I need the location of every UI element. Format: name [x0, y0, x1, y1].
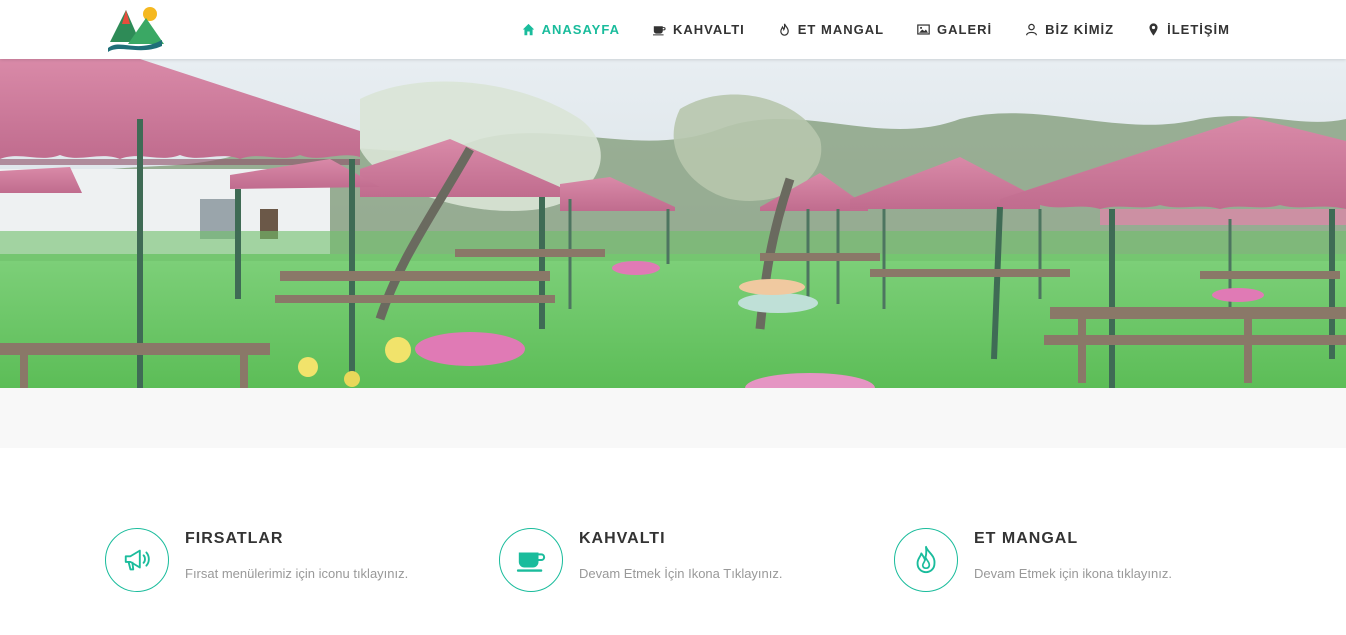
nav-label: ANASAYFA — [541, 22, 620, 37]
feature-description: Fırsat menülerimiz için iconu tıklayınız… — [185, 566, 409, 581]
features-section: FIRSATLAR Fırsat menülerimiz için iconu … — [0, 448, 1346, 635]
map-marker-icon — [1149, 23, 1158, 36]
feature-title: ET MANGAL — [974, 530, 1079, 547]
hero-banner — [0, 59, 1346, 388]
coffee-cup-icon — [516, 552, 546, 572]
nav-item-anasayfa[interactable]: ANASAYFA — [522, 22, 620, 37]
feature-icon-button[interactable] — [499, 528, 563, 592]
site-logo[interactable] — [106, 4, 164, 54]
feature-description: Devam Etmek İçin Ikona Tıklayınız. — [579, 566, 783, 581]
user-icon — [1026, 23, 1038, 36]
garden-umbrellas-photo — [0, 59, 1346, 388]
feature-firsatlar[interactable]: FIRSATLAR Fırsat menülerimiz için iconu … — [105, 528, 485, 598]
home-icon — [522, 23, 534, 36]
feature-kahvalti[interactable]: KAHVALTI Devam Etmek İçin Ikona Tıklayın… — [499, 528, 879, 598]
feature-title: KAHVALTI — [579, 530, 666, 547]
hero-bottom-band — [0, 388, 1346, 448]
feature-description: Devam Etmek için ikona tıklayınız. — [974, 566, 1172, 581]
nav-label: BİZ KİMİZ — [1045, 22, 1115, 37]
nav-label: GALERİ — [937, 22, 993, 37]
mountain-sun-logo-icon — [108, 7, 164, 52]
nav-label: ET MANGAL — [797, 22, 885, 37]
nav-item-kahvalti[interactable]: KAHVALTI — [652, 22, 745, 37]
nav-item-iletisim[interactable]: İLETİŞİM — [1147, 22, 1230, 37]
main-nav: ANASAYFA KAHVALTI ET MANGAL GALERİ BİZ K… — [489, 0, 1230, 59]
feature-et-mangal[interactable]: ET MANGAL Devam Etmek için ikona tıklayı… — [894, 528, 1274, 598]
navbar: ANASAYFA KAHVALTI ET MANGAL GALERİ BİZ K… — [0, 0, 1346, 59]
nav-label: KAHVALTI — [672, 22, 745, 37]
feature-icon-button[interactable] — [894, 528, 958, 592]
feature-icon-button[interactable] — [105, 528, 169, 592]
nav-label: İLETİŞİM — [1167, 22, 1230, 37]
megaphone-icon — [124, 549, 150, 571]
nav-item-et-mangal[interactable]: ET MANGAL — [778, 22, 884, 37]
nav-item-biz-kimiz[interactable]: BİZ KİMİZ — [1025, 22, 1114, 37]
image-icon — [917, 24, 930, 35]
nav-item-galeri[interactable]: GALERİ — [917, 22, 992, 37]
fire-icon — [916, 545, 936, 574]
coffee-cup-icon — [652, 26, 666, 36]
feature-title: FIRSATLAR — [185, 530, 284, 547]
fire-icon — [779, 23, 789, 36]
